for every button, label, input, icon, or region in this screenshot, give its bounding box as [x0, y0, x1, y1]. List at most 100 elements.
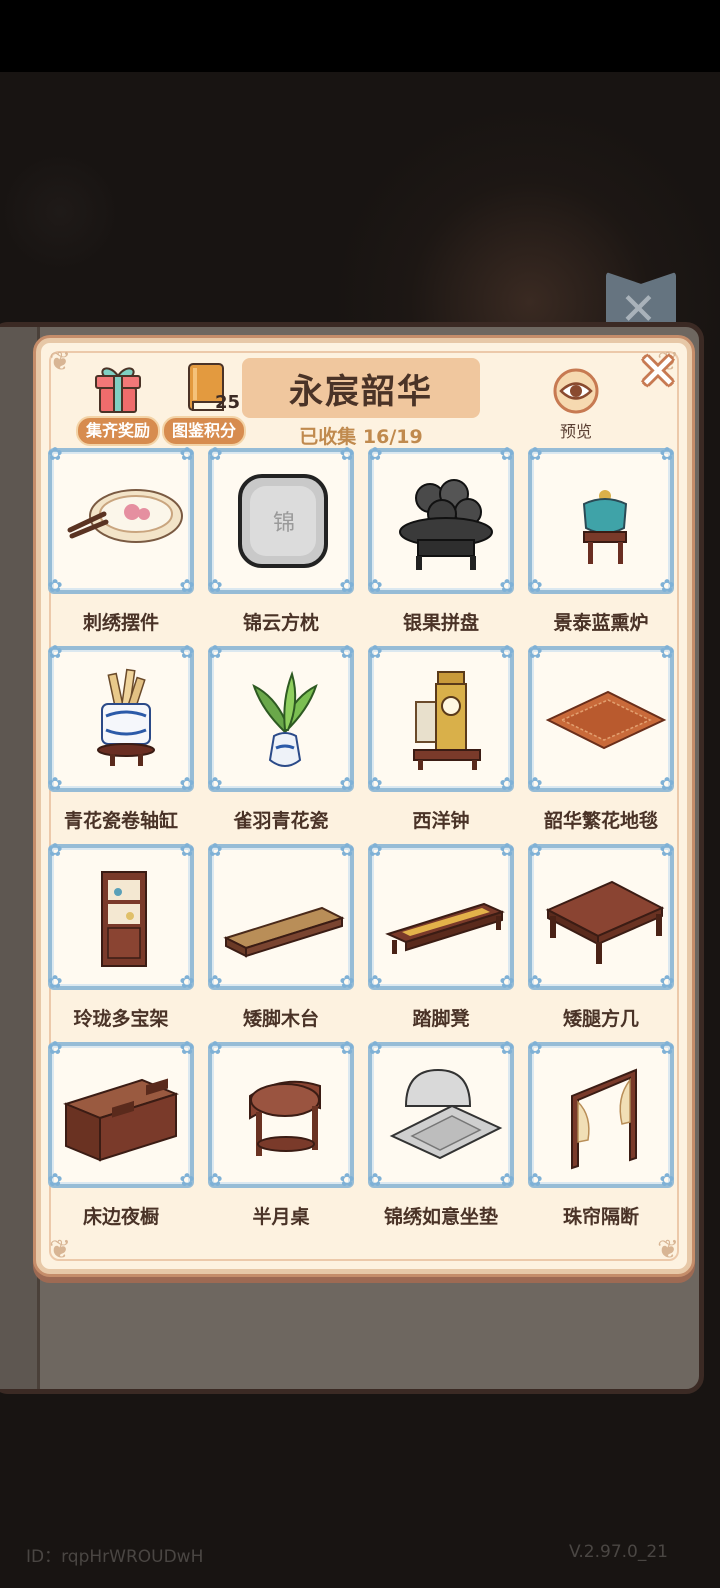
bow-icon: ✿ — [339, 642, 355, 663]
bow-icon: ✿ — [207, 774, 223, 795]
bow-icon: ✿ — [179, 576, 195, 597]
collection-item[interactable]: ✿ ✿ ✿ ✿ 踏脚凳 — [367, 840, 518, 1034]
curio-shelf-icon — [101, 871, 147, 967]
feather-vase-icon — [252, 670, 318, 767]
collection-item[interactable]: ✿ ✿ ✿ ✿ 矮脚木台 — [207, 840, 358, 1034]
collection-item[interactable]: ✿ ✿ ✿ ✿ 刺绣摆件 — [47, 444, 198, 638]
bow-icon: ✿ — [339, 840, 355, 861]
bow-icon: ✿ — [659, 642, 675, 663]
collection-item[interactable]: ✿ ✿ ✿ ✿ 床边夜橱 — [47, 1040, 198, 1232]
bow-icon: ✿ — [179, 444, 195, 465]
item-frame: ✿ ✿ ✿ ✿ — [527, 1040, 675, 1191]
item-name: 刺绣摆件 — [82, 612, 159, 634]
low-platform-icon — [223, 906, 345, 958]
collection-item[interactable]: ✿ ✿ ✿ ✿ 玲珑多宝架 — [47, 840, 198, 1034]
bow-icon: ✿ — [659, 972, 675, 993]
bow-icon: ✿ — [47, 840, 63, 861]
bow-icon: ✿ — [47, 576, 63, 597]
player-id: ID：rqpHrWROUDwH — [26, 1547, 204, 1567]
bow-icon: ✿ — [367, 1170, 383, 1191]
item-name: 矮腿方几 — [562, 1008, 639, 1030]
collection-item[interactable]: ✿ ✿ ✿ ✿ 锦绣如意坐垫 — [367, 1040, 518, 1232]
bow-icon: ✿ — [659, 840, 675, 861]
western-clock-icon — [413, 671, 481, 770]
collection-item[interactable]: ✿ ✿ ✿ ✿ 珠帘隔断 — [527, 1040, 678, 1232]
gift-icon — [95, 367, 141, 413]
item-name: 锦绣如意坐垫 — [383, 1206, 498, 1228]
item-name: 景泰蓝熏炉 — [553, 612, 649, 634]
bow-icon: ✿ — [499, 840, 515, 861]
corner-ornament-icon: ❦ — [49, 1235, 71, 1265]
close-button[interactable]: ✕ — [636, 348, 680, 396]
item-frame: ✿ ✿ ✿ ✿ — [207, 840, 355, 993]
eye-icon — [553, 368, 599, 414]
item-name: 雀羽青花瓷 — [233, 810, 329, 832]
bow-icon: ✿ — [527, 1170, 543, 1191]
bow-icon: ✿ — [339, 774, 355, 795]
collection-item[interactable]: ✿ ✿ ✿ ✿ 银果拼盘 — [367, 446, 518, 638]
bow-icon: ✿ — [659, 774, 675, 795]
item-frame: ✿ ✿ ✿ ✿ — [367, 642, 514, 794]
ruyi-cushion-icon — [389, 1068, 503, 1160]
floral-carpet-icon — [545, 690, 667, 750]
collection-reward-button[interactable]: 集齐奖励 — [76, 362, 161, 446]
bow-icon: ✿ — [339, 972, 355, 993]
bow-icon: ✿ — [179, 774, 195, 795]
bow-icon: ✿ — [659, 1170, 675, 1191]
bow-icon: ✿ — [339, 1170, 355, 1191]
item-frame: ✿ ✿ ✿ ✿ — [207, 642, 355, 795]
collection-item[interactable]: ✿ ✿ ✿ ✿ 矮腿方几 — [527, 840, 678, 1034]
item-frame: ✿ ✿ ✿ ✿ — [47, 642, 195, 795]
collected-count: 已收集 16/19 — [299, 426, 423, 448]
bow-icon: ✿ — [207, 972, 223, 993]
bow-icon: ✿ — [527, 444, 543, 465]
bow-icon: ✿ — [207, 1038, 223, 1059]
square-table-icon — [545, 880, 665, 964]
cloisonne-censer-icon — [582, 490, 628, 564]
collection-item[interactable]: 锦 ✿ ✿ ✿ ✿ 锦云方枕 — [207, 444, 358, 638]
bow-icon: ✿ — [207, 576, 223, 597]
bow-icon: ✿ — [527, 840, 543, 861]
item-frame: ✿ ✿ ✿ ✿ — [367, 446, 515, 597]
svg-text:锦: 锦 — [273, 511, 295, 536]
collection-item[interactable]: ✿ ✿ ✿ ✿ 韶华繁花地毯 — [527, 642, 678, 836]
bow-icon: ✿ — [367, 972, 383, 993]
collection-item[interactable]: ✿ ✿ ✿ ✿ 雀羽青花瓷 — [207, 642, 358, 836]
bow-icon: ✿ — [527, 576, 543, 597]
bow-icon: ✿ — [179, 1170, 195, 1191]
half-moon-table-icon — [249, 1080, 321, 1156]
points-value: 25 — [215, 392, 241, 413]
bow-icon: ✿ — [499, 576, 515, 597]
bow-icon: ✿ — [179, 642, 195, 663]
bow-icon: ✿ — [527, 642, 543, 663]
bow-icon: ✿ — [367, 576, 383, 597]
item-name: 西洋钟 — [412, 810, 470, 832]
corner-ornament-icon: ❦ — [49, 347, 71, 377]
bow-icon: ✿ — [499, 972, 515, 993]
preview-button[interactable]: 预览 — [548, 368, 604, 442]
collection-item[interactable]: ✿ ✿ ✿ ✿ 西洋钟 — [367, 642, 518, 836]
square-pillow-icon: 锦 — [238, 474, 328, 568]
bow-icon: ✿ — [367, 642, 383, 663]
bow-icon: ✿ — [179, 972, 195, 993]
item-name: 珠帘隔断 — [562, 1206, 639, 1228]
collection-item[interactable]: ✿ ✿ ✿ ✿ 青花瓷卷轴缸 — [47, 642, 198, 836]
bow-icon: ✿ — [207, 1170, 223, 1191]
bow-icon: ✿ — [659, 444, 675, 465]
version-label: V.2.97.0_21 — [568, 1542, 668, 1562]
bow-icon: ✿ — [179, 840, 195, 861]
collection-item[interactable]: ✿ ✿ ✿ ✿ 景泰蓝熏炉 — [527, 444, 678, 638]
item-frame: ✿ ✿ ✿ ✿ — [367, 1040, 514, 1191]
collection-item[interactable]: ✿ ✿ ✿ ✿ 半月桌 — [207, 1038, 358, 1232]
bow-icon: ✿ — [207, 642, 223, 663]
bow-icon: ✿ — [339, 444, 355, 465]
album-points-button[interactable]: 25 图鉴积分 — [162, 362, 247, 446]
status-bar — [0, 0, 720, 72]
bow-icon: ✿ — [207, 444, 223, 465]
item-name: 锦云方枕 — [242, 612, 319, 634]
bow-icon: ✿ — [339, 1038, 355, 1059]
bow-icon: ✿ — [47, 642, 63, 663]
bow-icon: ✿ — [47, 774, 63, 795]
album-points-label: 图鉴积分 — [162, 416, 247, 446]
item-name: 床边夜橱 — [82, 1206, 159, 1228]
